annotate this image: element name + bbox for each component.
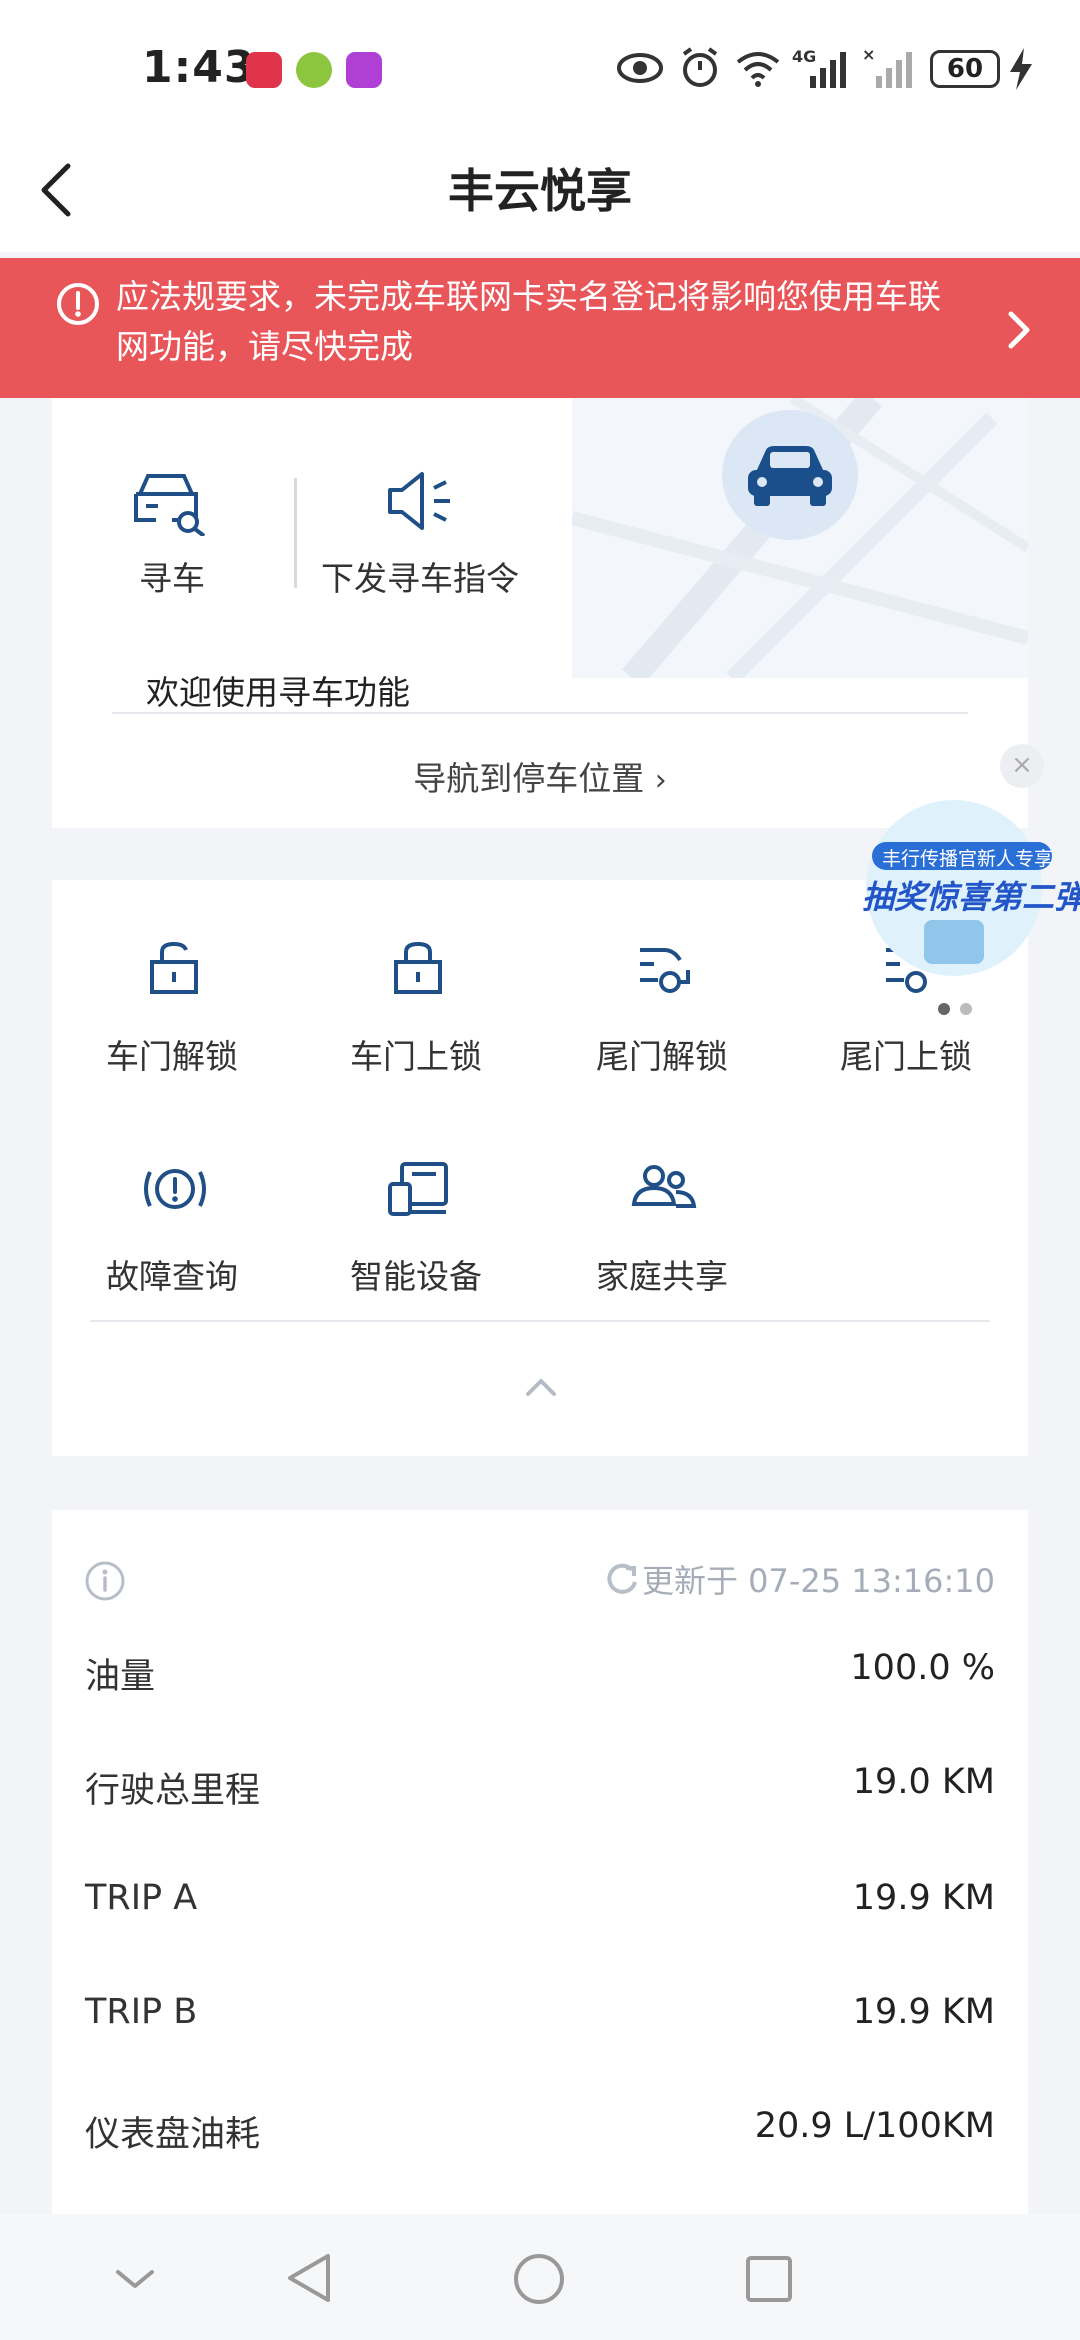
gift-icon <box>924 920 984 964</box>
smart-device-icon <box>388 1162 448 1216</box>
speaker-icon <box>388 472 450 530</box>
nav-recents-icon[interactable] <box>744 2254 794 2304</box>
settings-notification-icon <box>296 52 332 88</box>
fuel-label: 油量 <box>85 1657 156 1697</box>
signal-4g-icon: 4G <box>792 47 846 88</box>
promo-line1: 丰行传播官新人专享 <box>882 848 1054 870</box>
battery-icon: 60 <box>930 50 1000 88</box>
total-mileage-value: 19.0 KM <box>852 1762 995 1802</box>
navigate-label: 导航到停车位置 <box>413 759 645 798</box>
chevron-right-icon <box>1008 311 1030 349</box>
status-time: 1:43 <box>142 42 256 93</box>
trip-b-value: 19.9 KM <box>852 1992 995 2032</box>
info-icon[interactable] <box>84 1560 126 1602</box>
trunk-unlock-icon <box>640 948 690 993</box>
divider <box>90 1320 990 1322</box>
warning-icon <box>57 283 99 325</box>
close-promo-button[interactable]: × <box>1000 744 1044 788</box>
refresh-icon[interactable] <box>604 1560 640 1596</box>
signal-icon: × <box>862 46 912 88</box>
smart-device-button[interactable]: 智能设备 <box>306 1250 526 1298</box>
welcome-text: 欢迎使用寻车功能 <box>146 673 410 712</box>
app-notification-icon <box>246 52 282 88</box>
pager-dot-active <box>938 1003 950 1015</box>
svg-text:4G: 4G <box>792 47 816 66</box>
find-car-button[interactable]: 寻车 <box>62 552 282 600</box>
fuel-value: 100.0 % <box>850 1648 995 1688</box>
door-unlock-button[interactable]: 车门解锁 <box>62 1030 282 1078</box>
find-car-icon <box>134 474 206 536</box>
fault-icon <box>144 1169 206 1209</box>
collapse-chevron-icon[interactable] <box>524 1376 558 1398</box>
alarm-icon <box>682 47 718 87</box>
family-share-icon <box>631 1165 697 1208</box>
divider <box>294 478 297 588</box>
pager-dot <box>960 1003 972 1015</box>
promo-line2: 抽奖惊喜第二弹 <box>862 878 1080 916</box>
send-find-command-button[interactable]: 下发寻车指令 <box>300 552 540 600</box>
divider <box>112 712 968 714</box>
fuel-consumption-label: 仪表盘油耗 <box>85 2115 261 2155</box>
trip-a-label: TRIP A <box>85 1878 198 1918</box>
alert-text: 应法规要求，未完成车联网卡实名登记将影响您使用车联网功能，请尽快完成 <box>116 277 941 366</box>
wifi-icon <box>736 52 780 87</box>
chevron-right-icon: › <box>654 763 667 798</box>
nav-home-icon[interactable] <box>512 2252 566 2306</box>
eye-icon <box>617 53 663 83</box>
trunk-unlock-button[interactable]: 尾门解锁 <box>552 1030 772 1078</box>
nav-back-icon[interactable] <box>284 2250 334 2306</box>
car-icon <box>748 446 832 506</box>
total-mileage-label: 行驶总里程 <box>85 1771 261 1811</box>
unlock-icon <box>150 941 198 994</box>
svg-text:×: × <box>862 46 875 64</box>
trunk-lock-button[interactable]: 尾门上锁 <box>796 1030 1016 1078</box>
trip-b-label: TRIP B <box>85 1992 198 2032</box>
family-share-button[interactable]: 家庭共享 <box>552 1250 772 1298</box>
fuel-consumption-value: 20.9 L/100KM <box>754 2106 995 2146</box>
lock-icon <box>394 941 442 994</box>
navigate-link[interactable]: 导航到停车位置 › <box>0 752 1080 800</box>
nav-hide-icon[interactable] <box>112 2264 158 2294</box>
page-title: 丰云悦享 <box>448 164 632 218</box>
trip-a-value: 19.9 KM <box>852 1878 995 1918</box>
app-notification-icon-2 <box>346 52 382 88</box>
charging-icon <box>1010 48 1032 90</box>
door-lock-button[interactable]: 车门上锁 <box>306 1030 526 1078</box>
update-time: 更新于 07-25 13:16:10 <box>641 1562 995 1600</box>
fault-query-button[interactable]: 故障查询 <box>62 1250 282 1298</box>
